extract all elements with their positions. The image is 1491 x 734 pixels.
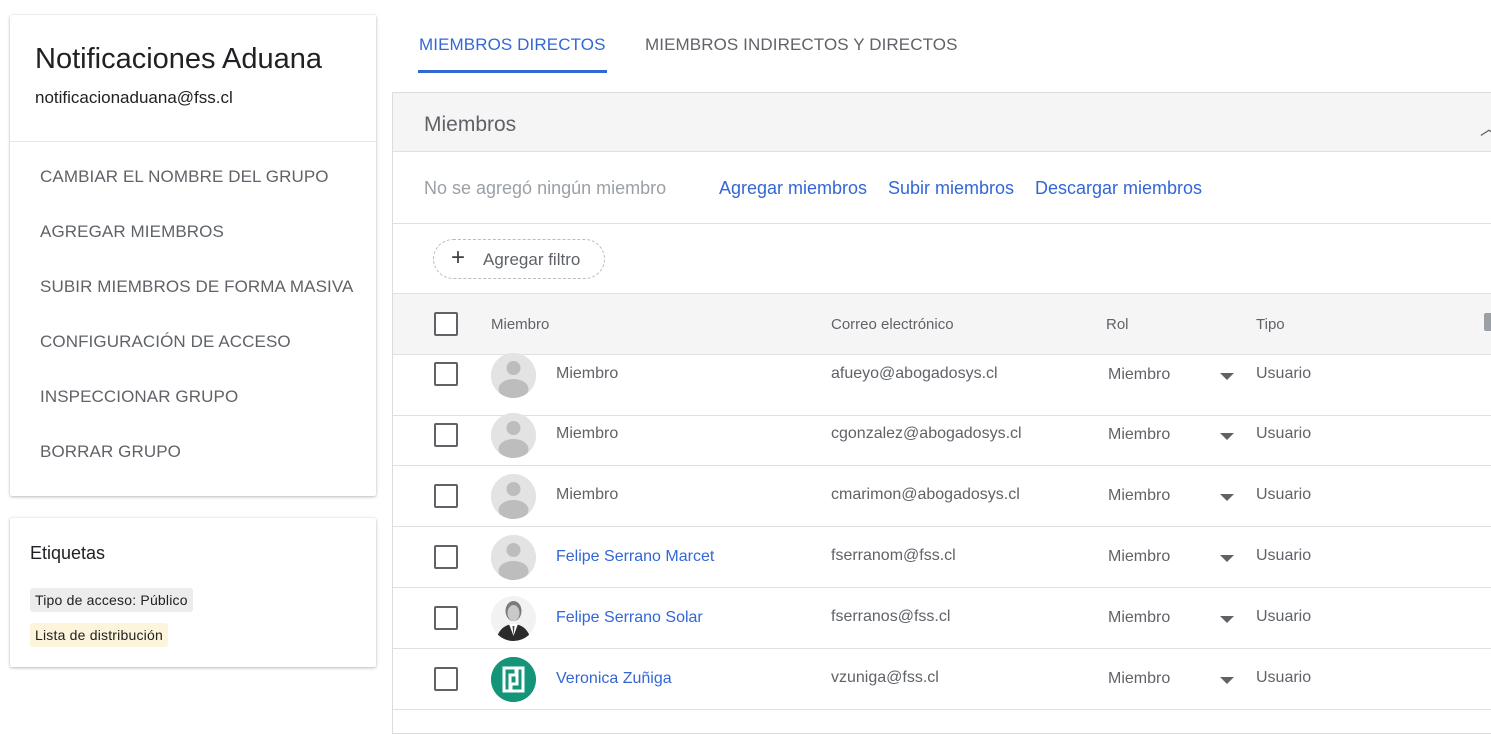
inspect-group-item[interactable]: INSPECCIONAR GRUPO xyxy=(40,387,353,442)
member-email: afueyo@abogadosys.cl xyxy=(831,365,998,382)
table-row: Veronica Zuñiga vzuniga@fss.cl Miembro U… xyxy=(393,648,1491,710)
member-name: Miembro xyxy=(556,486,619,503)
member-role[interactable]: Miembro xyxy=(1108,670,1170,688)
member-email: fserranos@fss.cl xyxy=(831,608,951,625)
member-email: vzuniga@fss.cl xyxy=(831,669,939,686)
upload-members-link[interactable]: Subir miembros xyxy=(888,178,1014,199)
members-panel: Miembros ︿ No se agregó ningún miembro A… xyxy=(392,92,1491,734)
table-row: Felipe Serrano Solar fserranos@fss.cl Mi… xyxy=(393,587,1491,649)
row-checkbox[interactable] xyxy=(434,362,458,386)
member-type: Usuario xyxy=(1256,608,1312,625)
chevron-up-icon[interactable]: ︿ xyxy=(1480,115,1491,141)
table-row: Miembro cgonzalez@abogadosys.cl Miembro … xyxy=(393,404,1491,466)
add-filter-button[interactable]: + Agregar filtro xyxy=(433,239,605,279)
column-header-role[interactable]: Rol xyxy=(1106,316,1129,333)
caret-down-icon[interactable] xyxy=(1220,494,1234,501)
group-email: notificacionaduana@fss.cl xyxy=(35,88,233,107)
members-panel-header[interactable]: Miembros ︿ xyxy=(393,93,1491,152)
bulk-upload-members-item[interactable]: SUBIR MIEMBROS DE FORMA MASIVA xyxy=(40,277,353,332)
group-card: Notificaciones Aduana notificacionaduana… xyxy=(10,15,376,496)
member-name-link[interactable]: Felipe Serrano Solar xyxy=(556,609,703,627)
member-type: Usuario xyxy=(1256,486,1312,503)
access-type-label-chip: Tipo de acceso: Público xyxy=(30,588,193,612)
members-table-header: Miembro Correo electrónico Rol Tipo xyxy=(393,293,1491,355)
caret-down-icon[interactable] xyxy=(1220,677,1234,684)
members-actions-row: No se agregó ningún miembro Agregar miem… xyxy=(393,152,1491,224)
caret-down-icon[interactable] xyxy=(1220,373,1234,380)
member-name-link[interactable]: Veronica Zuñiga xyxy=(556,670,672,688)
caret-down-icon[interactable] xyxy=(1220,555,1234,562)
select-all-checkbox[interactable] xyxy=(434,312,458,336)
member-role[interactable]: Miembro xyxy=(1108,366,1170,384)
column-header-type[interactable]: Tipo xyxy=(1256,316,1285,333)
default-avatar-icon xyxy=(491,535,536,580)
row-checkbox[interactable] xyxy=(434,545,458,569)
group-name: Notificaciones Aduana xyxy=(35,43,322,75)
column-settings-icon[interactable] xyxy=(1484,313,1491,331)
member-email: cmarimon@abogadosys.cl xyxy=(831,486,1020,503)
divider xyxy=(10,141,376,142)
add-filter-label: Agregar filtro xyxy=(483,250,581,269)
add-members-link[interactable]: Agregar miembros xyxy=(719,178,867,199)
row-checkbox[interactable] xyxy=(434,667,458,691)
distribution-list-label-chip: Lista de distribución xyxy=(30,623,168,647)
access-settings-item[interactable]: CONFIGURACIÓN DE ACCESO xyxy=(40,332,353,387)
add-members-item[interactable]: AGREGAR MIEMBROS xyxy=(40,222,353,277)
member-name: Miembro xyxy=(556,425,619,442)
members-panel-title: Miembros xyxy=(424,113,517,136)
plus-icon: + xyxy=(451,244,466,271)
member-type: Usuario xyxy=(1256,365,1312,382)
table-row: Miembro cmarimon@abogadosys.cl Miembro U… xyxy=(393,465,1491,527)
logo-avatar-icon xyxy=(491,657,536,702)
member-name: Miembro xyxy=(556,365,619,382)
default-avatar-icon xyxy=(491,413,536,458)
caret-down-icon[interactable] xyxy=(1220,616,1234,623)
photo-avatar-icon xyxy=(491,596,536,641)
delete-group-item[interactable]: BORRAR GRUPO xyxy=(40,442,353,497)
download-members-link[interactable]: Descargar miembros xyxy=(1035,178,1202,199)
labels-card: Etiquetas Tipo de acceso: Público Lista … xyxy=(10,518,376,667)
caret-down-icon[interactable] xyxy=(1220,433,1234,440)
member-role[interactable]: Miembro xyxy=(1108,426,1170,444)
column-header-member[interactable]: Miembro xyxy=(491,316,549,333)
member-role[interactable]: Miembro xyxy=(1108,609,1170,627)
rename-group-item[interactable]: CAMBIAR EL NOMBRE DEL GRUPO xyxy=(40,167,353,222)
active-tab-indicator xyxy=(418,70,607,73)
member-email: cgonzalez@abogadosys.cl xyxy=(831,425,1022,442)
column-header-email[interactable]: Correo electrónico xyxy=(831,316,954,333)
member-role[interactable]: Miembro xyxy=(1108,487,1170,505)
row-checkbox[interactable] xyxy=(434,484,458,508)
member-type: Usuario xyxy=(1256,425,1312,442)
default-avatar-icon xyxy=(491,474,536,519)
member-email: fserranom@fss.cl xyxy=(831,547,956,564)
member-type: Usuario xyxy=(1256,547,1312,564)
member-name-link[interactable]: Felipe Serrano Marcet xyxy=(556,548,714,566)
tab-indirect-members[interactable]: MIEMBROS INDIRECTOS Y DIRECTOS xyxy=(645,35,958,55)
group-actions-menu: CAMBIAR EL NOMBRE DEL GRUPO AGREGAR MIEM… xyxy=(40,167,353,497)
row-checkbox[interactable] xyxy=(434,423,458,447)
member-type: Usuario xyxy=(1256,669,1312,686)
member-role[interactable]: Miembro xyxy=(1108,548,1170,566)
table-row: Felipe Serrano Marcet fserranom@fss.cl M… xyxy=(393,526,1491,588)
tab-direct-members[interactable]: MIEMBROS DIRECTOS xyxy=(419,35,606,55)
row-checkbox[interactable] xyxy=(434,606,458,630)
default-avatar-icon xyxy=(491,353,536,398)
no-members-text: No se agregó ningún miembro xyxy=(424,178,667,198)
labels-title: Etiquetas xyxy=(30,543,106,563)
